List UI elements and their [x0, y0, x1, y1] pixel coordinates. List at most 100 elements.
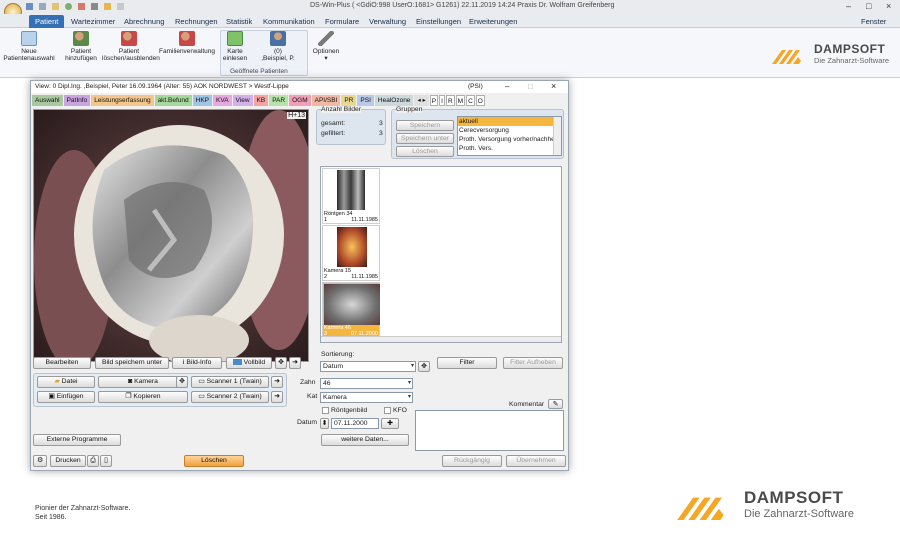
thumbnail-item[interactable]: Kamera 15 2 11.11.1985 — [322, 225, 380, 281]
gruppe-speichern-button[interactable]: Speichern — [396, 120, 454, 131]
uebernehmen-button[interactable]: Übernehmen — [506, 455, 566, 467]
datei-button[interactable]: ▰ Datei — [37, 376, 95, 388]
dialog-maximize-button[interactable]: □ — [528, 82, 533, 91]
list-item[interactable]: Proth. Vers. — [458, 144, 561, 153]
page-icon-button[interactable]: ▯ — [100, 455, 112, 467]
open-patient-button[interactable]: (0) ,Beispiel, P. — [252, 31, 304, 62]
datum-spin-button[interactable]: ✚ — [381, 418, 399, 429]
sort-direction-button[interactable]: ✥ — [418, 361, 430, 372]
printer-icon-button[interactable]: ⎙ — [87, 455, 99, 467]
list-scrollbar[interactable] — [553, 117, 561, 155]
filter-button[interactable]: Filter — [437, 357, 497, 369]
tab-patient[interactable]: Patient — [29, 15, 65, 28]
minimize-button[interactable]: – — [846, 1, 851, 11]
tab-abrechnung[interactable]: Abrechnung — [124, 15, 164, 28]
view-tab-akt-befund[interactable]: akt.Befund — [154, 95, 192, 106]
tab-icon-c[interactable]: C — [466, 95, 475, 106]
note-icon[interactable] — [117, 3, 124, 10]
calculator-icon[interactable] — [91, 3, 98, 10]
tab-kommunikation[interactable]: Kommunikation — [263, 15, 315, 28]
list-item[interactable]: Proth. Versorgung vorher/nachher — [458, 135, 561, 144]
quick-access-icons[interactable] — [26, 3, 186, 11]
thumbnail-item[interactable]: Röntgen 34 1 11.11.1985 — [322, 168, 380, 224]
view-tab-hkp[interactable]: HKP — [192, 95, 213, 106]
view-tab-api-sbi[interactable]: API/SBI — [311, 95, 341, 106]
view-tab-healozone[interactable]: HealOzone — [374, 95, 414, 106]
maximize-button[interactable]: □ — [866, 1, 871, 11]
kommentar-edit-button[interactable]: ✎ — [548, 399, 563, 409]
datum-down-button[interactable]: ⬍ — [320, 418, 329, 429]
bild-info-button[interactable]: i Bild-Info — [172, 357, 222, 369]
mail-icon[interactable] — [52, 3, 59, 10]
gruppe-loeschen-button[interactable]: Löschen — [396, 146, 454, 157]
vollbild-button[interactable]: Vollbild — [226, 357, 272, 369]
view-tab-auswahl[interactable]: Auswahl — [32, 95, 63, 106]
patient-loeschen-button[interactable]: Patient löschen/ausblenden — [102, 31, 160, 62]
scanner1-arrow-button[interactable]: ➜ — [271, 376, 283, 388]
view-tab-par[interactable]: PAR — [269, 95, 289, 106]
sortierung-select[interactable]: Datum — [320, 361, 416, 372]
einfuegen-button[interactable]: ▣ Einfügen — [37, 391, 95, 403]
tab-rechnungen[interactable]: Rechnungen — [175, 15, 218, 28]
gruppen-list[interactable]: aktuell Cerecversorgung Proth. Versorgun… — [457, 116, 562, 156]
tab-statistik[interactable]: Statistik — [226, 15, 252, 28]
tab-icon-r[interactable]: R — [445, 95, 455, 106]
tab-verwaltung[interactable]: Verwaltung — [369, 15, 406, 28]
view-tab-kb[interactable]: KB — [253, 95, 269, 106]
optionen-button[interactable]: Optionen ▾ — [310, 31, 342, 62]
kommentar-textarea[interactable] — [415, 410, 564, 451]
weitere-daten-button[interactable]: weitere Daten... — [321, 434, 409, 446]
view-tab-psi[interactable]: PSI — [357, 95, 374, 106]
tools-icon-button[interactable]: ⚙ — [33, 455, 47, 467]
dialog-close-button[interactable]: × — [551, 81, 556, 91]
tab-formulare[interactable]: Formulare — [325, 15, 359, 28]
print-icon[interactable] — [39, 3, 46, 10]
externe-programme-button[interactable]: Externe Programme — [33, 434, 121, 446]
list-item[interactable]: aktuell — [458, 117, 561, 126]
tab-wartezimmer[interactable]: Wartezimmer — [71, 15, 115, 28]
save-icon[interactable] — [26, 3, 33, 10]
tab-erweiterungen[interactable]: Erweiterungen — [469, 15, 517, 28]
zahn-select[interactable]: 46 — [320, 378, 413, 389]
patient-hinzufuegen-button[interactable]: Patient hinzufügen — [60, 31, 102, 62]
tab-scroll-arrows[interactable]: ◂ ▸ — [414, 95, 429, 106]
kopieren-button[interactable]: ❐ Kopieren — [98, 391, 188, 403]
close-button[interactable]: × — [886, 1, 891, 11]
tab-icon-o[interactable]: O — [475, 95, 485, 106]
list-item[interactable]: Cerecversorgung — [458, 126, 561, 135]
neue-patientenauswahl-button[interactable]: Neue Patientenauswahl — [2, 31, 56, 62]
datum-input[interactable]: 07.11.2000 — [331, 418, 379, 429]
refresh-icon[interactable] — [65, 3, 72, 10]
view-tab-kva[interactable]: KVA — [213, 95, 232, 106]
calendar-icon[interactable] — [78, 3, 85, 10]
roentgen-checkbox[interactable] — [322, 407, 329, 414]
tab-icon-p[interactable]: P — [429, 95, 439, 106]
kfo-checkbox[interactable] — [384, 407, 391, 414]
folder-icon[interactable] — [104, 3, 111, 10]
view-tab-patinfo[interactable]: PatInfo — [63, 95, 91, 106]
scanner2-arrow-button[interactable]: ➜ — [271, 391, 283, 403]
scanner1-button[interactable]: ▭ Scanner 1 (Twain) — [191, 376, 269, 388]
loeschen-button[interactable]: Löschen — [184, 455, 244, 467]
rueckgaengig-button[interactable]: Rückgängig — [442, 455, 502, 467]
scanner2-button[interactable]: ▭ Scanner 2 (Twain) — [191, 391, 269, 403]
kamera-button[interactable]: ◙ Kamera — [98, 376, 188, 388]
view-tab-view[interactable]: View — [232, 95, 253, 106]
view-tab-ogm[interactable]: OGM — [289, 95, 311, 106]
thumbnail-item-selected[interactable]: Kamera 46 3 07.11.2000 — [322, 282, 380, 338]
filter-aufheben-button[interactable]: Filter Aufheben — [503, 357, 563, 369]
menu-fenster[interactable]: Fenster — [861, 15, 886, 28]
bearbeiten-button[interactable]: Bearbeiten — [33, 357, 91, 369]
karte-einlesen-button[interactable]: Karte einlesen — [222, 31, 248, 62]
arrow-right-button[interactable]: ➜ — [289, 357, 301, 369]
thumbnail-scrollbar[interactable] — [321, 336, 561, 342]
tab-icon-i[interactable]: I — [439, 95, 445, 106]
kat-select[interactable]: Kamera — [320, 392, 413, 403]
drucken-button[interactable]: Drucken — [50, 455, 86, 467]
tab-einstellungen[interactable]: Einstellungen — [416, 15, 461, 28]
familienverwaltung-button[interactable]: Familienverwaltung — [157, 31, 217, 55]
tab-icon-m[interactable]: M — [455, 95, 466, 106]
thumbnail-panel[interactable]: Röntgen 34 1 11.11.1985 Kamera 15 2 11.11.… — [320, 166, 562, 343]
kamera-move-button[interactable]: ✥ — [176, 376, 188, 388]
gruppe-speichern-unter-button[interactable]: Speichern unter — [396, 133, 454, 144]
